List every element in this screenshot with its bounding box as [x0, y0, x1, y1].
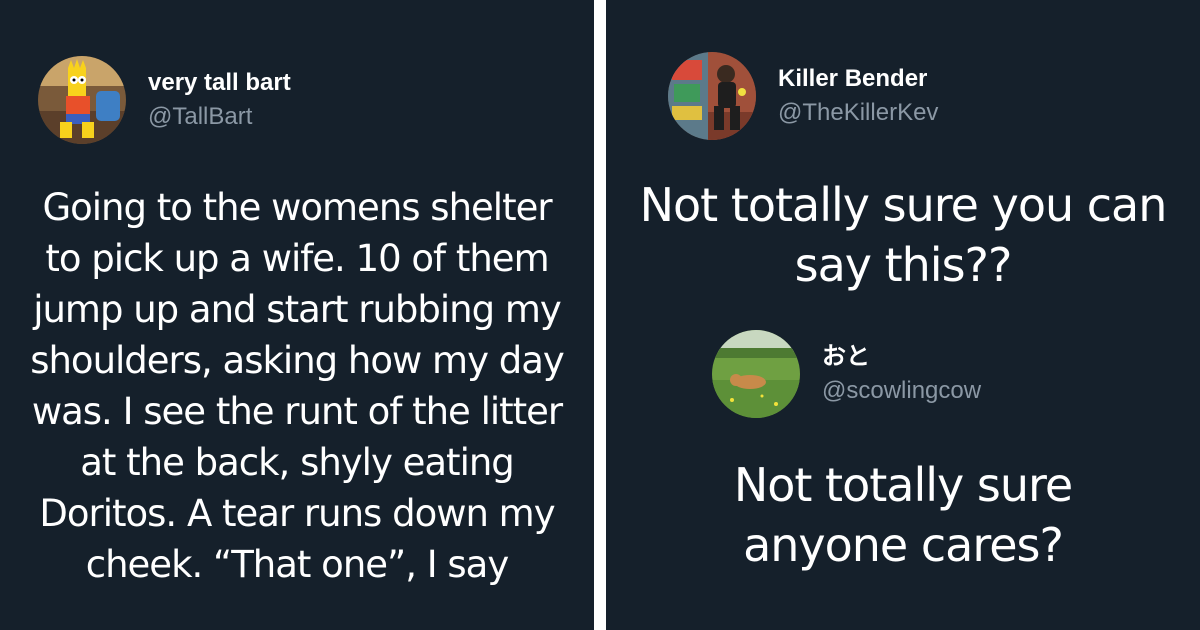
user-handle[interactable]: @scowlingcow — [822, 376, 981, 406]
quoted-tweet-header: おと @scowlingcow — [712, 330, 981, 418]
left-tweet-panel: very tall bart @TallBart Going to the wo… — [0, 0, 594, 630]
photo-avatar-icon — [668, 52, 756, 140]
quoted-tweet-text: Not totally sure anyone cares? — [733, 458, 1073, 572]
left-tweet-header: very tall bart @TallBart — [38, 56, 291, 144]
quoted-avatar[interactable] — [712, 330, 800, 418]
panel-divider — [594, 0, 606, 630]
tweet-text: Not totally sure you can say this?? — [639, 178, 1168, 292]
display-name[interactable]: Killer Bender — [778, 64, 938, 94]
dog-in-grass-avatar-icon — [712, 330, 800, 418]
user-handle[interactable]: @TheKillerKev — [778, 98, 938, 128]
cartoon-character-avatar-icon — [38, 56, 126, 144]
display-name[interactable]: おと — [822, 342, 981, 372]
user-handle[interactable]: @TallBart — [148, 102, 291, 132]
right-tweet-panel: Killer Bender @TheKillerKev Not totally … — [606, 0, 1200, 630]
avatar[interactable] — [668, 52, 756, 140]
avatar[interactable] — [38, 56, 126, 144]
display-name[interactable]: very tall bart — [148, 68, 291, 98]
tweet-text: Going to the womens shelter to pick up a… — [30, 186, 565, 586]
right-tweet-header: Killer Bender @TheKillerKev — [668, 52, 938, 140]
